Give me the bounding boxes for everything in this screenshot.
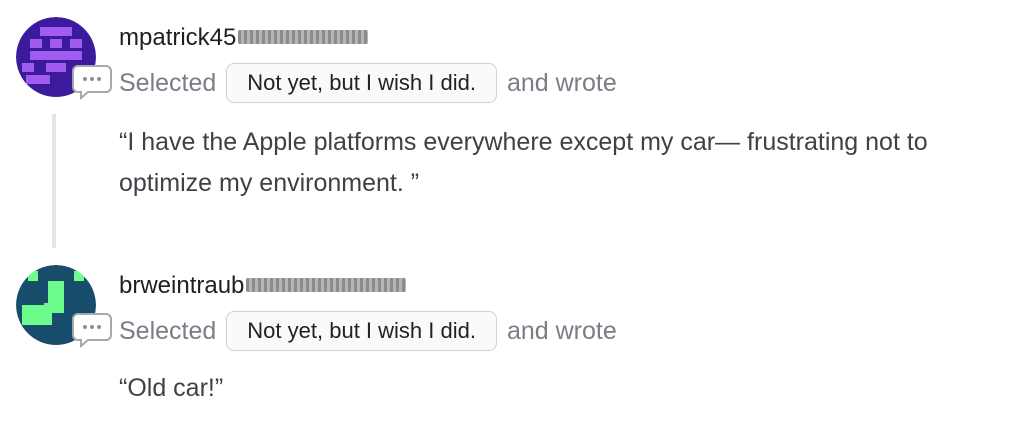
selected-choice-badge: Not yet, but I wish I did. [226, 311, 497, 351]
response-quote: “Old car!” [119, 374, 224, 402]
wrote-label: and wrote [506, 68, 617, 97]
username-text: mpatrick45 [119, 24, 237, 51]
comment-bubble-icon [72, 313, 112, 348]
username: mpatrick45 [119, 23, 369, 53]
wrote-label: and wrote [506, 316, 617, 345]
selected-choice-badge: Not yet, but I wish I did. [226, 63, 497, 103]
avatar-container [16, 265, 112, 348]
selection-line: Selected Not yet, but I wish I did. and … [119, 62, 617, 104]
username-text: brweintraub [119, 272, 245, 299]
redacted-email-domain [238, 29, 369, 44]
response-item: brweintraub Selected Not yet, but I wish… [0, 248, 1036, 436]
response-item: mpatrick45 Selected Not yet, but I wish … [0, 0, 1036, 240]
selected-label: Selected [119, 316, 217, 345]
selected-label: Selected [119, 68, 217, 97]
redacted-email-domain [246, 277, 407, 292]
comment-bubble-icon [72, 65, 112, 100]
selection-line: Selected Not yet, but I wish I did. and … [119, 310, 617, 352]
username: brweintraub [119, 271, 407, 301]
response-quote: “I have the Apple platforms everywhere e… [119, 128, 928, 197]
avatar-container [16, 17, 112, 100]
